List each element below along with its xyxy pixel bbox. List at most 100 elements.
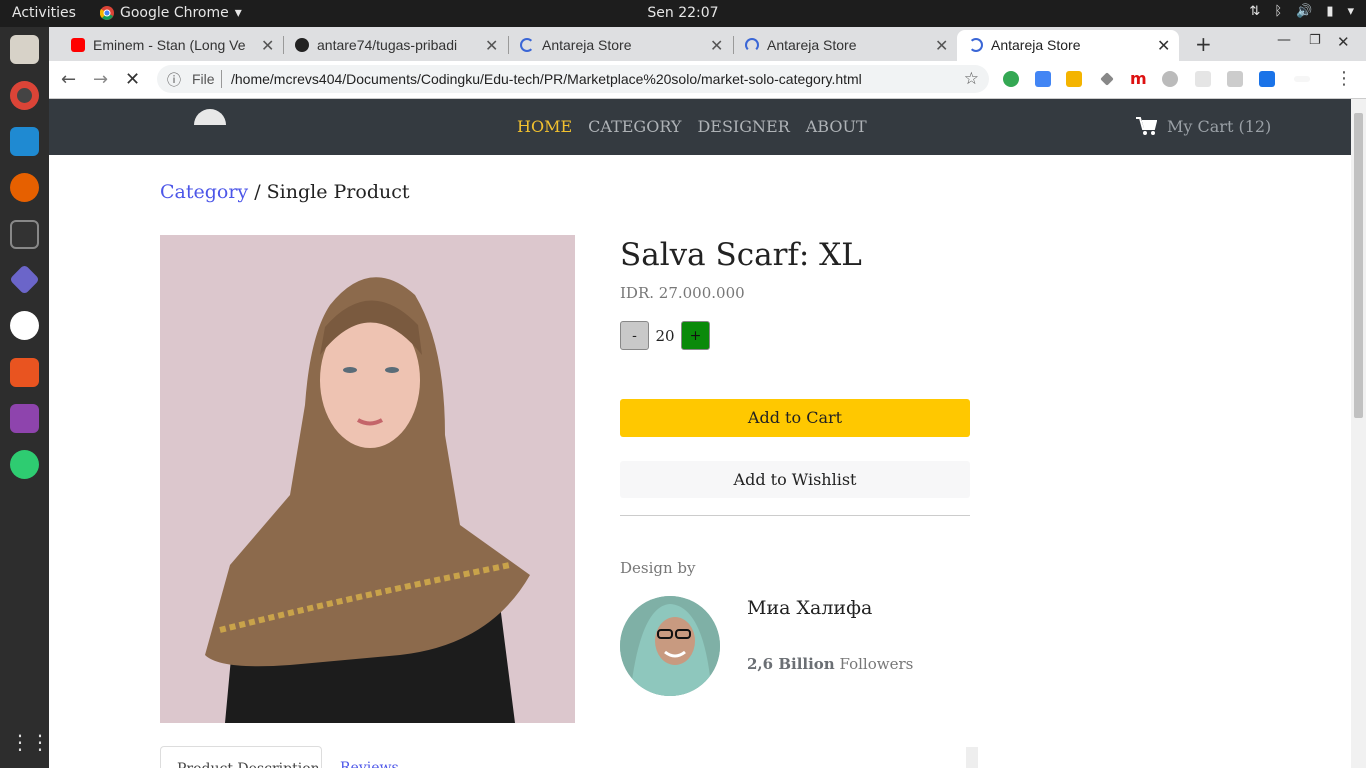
extension-icon[interactable] xyxy=(1162,71,1178,87)
tab-title: Antareja Store xyxy=(542,37,632,53)
network-icon: ⇅ xyxy=(1249,4,1261,19)
cart-icon xyxy=(1136,117,1157,135)
close-icon[interactable]: ✕ xyxy=(935,36,948,56)
download-icon[interactable] xyxy=(1259,71,1275,87)
product-price: IDR. 27.000.000 xyxy=(620,284,745,302)
cart-label: My Cart (12) xyxy=(1167,116,1272,136)
nav-category[interactable]: CATEGORY xyxy=(588,117,681,136)
close-window-icon[interactable]: ✕ xyxy=(1337,33,1350,51)
designer-name[interactable]: Миа Халифа xyxy=(747,597,872,619)
back-icon[interactable]: ← xyxy=(61,69,76,90)
extension-icon[interactable] xyxy=(1066,71,1082,87)
main-menu: HOME CATEGORY DESIGNER ABOUT xyxy=(517,117,867,136)
extension-icon[interactable] xyxy=(1195,71,1211,87)
volume-icon: 🔊 xyxy=(1296,4,1313,19)
tab-title: Eminem - Stan (Long Ve xyxy=(93,37,246,53)
tab-reviews[interactable]: Reviews xyxy=(340,760,399,768)
followers-label: Followers xyxy=(839,655,914,673)
firefox-icon[interactable] xyxy=(10,173,39,202)
apps-grid-icon[interactable]: ⋮⋮ xyxy=(10,730,50,759)
inner-scrollbar[interactable] xyxy=(966,747,978,768)
bookmark-star-icon[interactable]: ☆ xyxy=(964,69,979,89)
designer-followers: 2,6 Billion Followers xyxy=(747,655,913,673)
database-icon[interactable] xyxy=(10,404,39,433)
quantity-stepper: - 20 + xyxy=(620,321,710,350)
cart-link[interactable]: My Cart (12) xyxy=(1135,116,1271,136)
atom-icon[interactable] xyxy=(10,450,39,479)
design-by-label: Design by xyxy=(620,559,696,577)
decrease-quantity-button[interactable]: - xyxy=(620,321,649,350)
terminal-icon[interactable] xyxy=(10,220,39,249)
battery-icon: ▮ xyxy=(1326,4,1334,19)
system-tray[interactable]: ⇅ ᛒ 🔊 ▮ ▾ xyxy=(1249,4,1354,19)
tab-strip: Eminem - Stan (Long Ve ✕ antare74/tugas-… xyxy=(49,27,1366,61)
clock[interactable]: Sen 22:07 xyxy=(0,5,1366,21)
nav-designer[interactable]: DESIGNER xyxy=(697,117,789,136)
web-page: HOME CATEGORY DESIGNER ABOUT My Cart (12… xyxy=(49,99,1351,768)
nav-home[interactable]: HOME xyxy=(517,117,572,136)
product-image xyxy=(160,235,575,723)
forward-icon[interactable]: → xyxy=(93,69,108,90)
add-to-wishlist-button[interactable]: Add to Wishlist xyxy=(620,461,970,498)
new-tab-icon[interactable]: + xyxy=(1195,32,1212,56)
tab-title: antare74/tugas-pribadi xyxy=(317,37,458,53)
tab-product-description[interactable]: Product Description xyxy=(160,746,322,768)
scrollbar-thumb[interactable] xyxy=(1354,113,1363,418)
chevron-down-icon: ▾ xyxy=(1347,4,1354,19)
close-icon[interactable]: ✕ xyxy=(710,36,723,56)
tab-github[interactable]: antare74/tugas-pribadi ✕ xyxy=(283,30,505,61)
translate-icon[interactable] xyxy=(1227,71,1243,87)
add-to-cart-button[interactable]: Add to Cart xyxy=(620,399,970,437)
quantity-value[interactable]: 20 xyxy=(654,327,676,345)
tab-antareja-2[interactable]: Antareja Store ✕ xyxy=(733,30,955,61)
bluetooth-icon: ᛒ xyxy=(1274,4,1283,19)
extension-icon[interactable] xyxy=(1003,71,1019,87)
loading-icon xyxy=(969,38,983,52)
breadcrumb-current: Single Product xyxy=(266,181,410,203)
tab-eminem[interactable]: Eminem - Stan (Long Ve ✕ xyxy=(59,30,281,61)
increase-quantity-button[interactable]: + xyxy=(681,321,710,350)
info-icon[interactable]: ⓘ xyxy=(167,70,181,90)
breadcrumb-separator: / xyxy=(248,181,267,203)
divider xyxy=(620,515,970,516)
browser-toolbar: ← → ✕ ⓘ File /home/mcrevs404/Documents/C… xyxy=(49,61,1366,99)
close-icon[interactable]: ✕ xyxy=(485,36,498,56)
product-tabs: Product Description Reviews xyxy=(160,746,977,768)
followers-count: 2,6 Billion xyxy=(747,655,835,673)
menu-kebab-icon[interactable]: ⋮ xyxy=(1335,68,1353,89)
stop-icon[interactable]: ✕ xyxy=(125,69,140,90)
restore-icon[interactable]: ❐ xyxy=(1309,33,1321,48)
breadcrumb: Category / Single Product xyxy=(160,181,410,203)
address-bar[interactable]: ⓘ File /home/mcrevs404/Documents/Codingk… xyxy=(157,65,989,93)
tab-antareja-1[interactable]: Antareja Store ✕ xyxy=(508,30,730,61)
close-icon[interactable]: ✕ xyxy=(261,36,274,56)
designer-avatar[interactable] xyxy=(620,596,720,696)
product-title: Salva Scarf: XL xyxy=(620,237,862,273)
chrome-dock-icon[interactable] xyxy=(10,81,39,110)
close-icon[interactable]: ✕ xyxy=(1157,36,1170,56)
system-top-bar: Activities Google Chrome ▾ Sen 22:07 ⇅ ᛒ… xyxy=(0,0,1366,27)
tab-title: Antareja Store xyxy=(991,37,1081,53)
gem-app-icon[interactable] xyxy=(9,264,40,295)
loading-icon xyxy=(745,38,759,52)
site-logo[interactable] xyxy=(194,109,226,125)
nav-about[interactable]: ABOUT xyxy=(806,117,867,136)
software-center-icon[interactable] xyxy=(10,358,39,387)
site-navbar: HOME CATEGORY DESIGNER ABOUT My Cart (12… xyxy=(49,99,1351,155)
url-text[interactable]: /home/mcrevs404/Documents/Codingku/Edu-t… xyxy=(231,71,862,87)
extension-icon[interactable] xyxy=(1035,71,1051,87)
extension-icon[interactable]: m xyxy=(1130,69,1147,88)
vscode-icon[interactable] xyxy=(10,127,39,156)
loading-icon xyxy=(520,38,534,52)
breadcrumb-category-link[interactable]: Category xyxy=(160,181,248,203)
tab-antareja-active[interactable]: Antareja Store ✕ xyxy=(957,30,1179,61)
scheme-label: File xyxy=(192,71,215,87)
tab-title: Antareja Store xyxy=(767,37,857,53)
minimize-icon[interactable]: — xyxy=(1277,32,1291,48)
github-icon xyxy=(295,38,309,52)
extension-icon[interactable] xyxy=(1294,76,1310,82)
slack-icon[interactable] xyxy=(10,311,39,340)
extension-icon[interactable] xyxy=(1100,72,1114,86)
page-scrollbar[interactable] xyxy=(1351,99,1366,768)
files-icon[interactable] xyxy=(10,35,39,64)
